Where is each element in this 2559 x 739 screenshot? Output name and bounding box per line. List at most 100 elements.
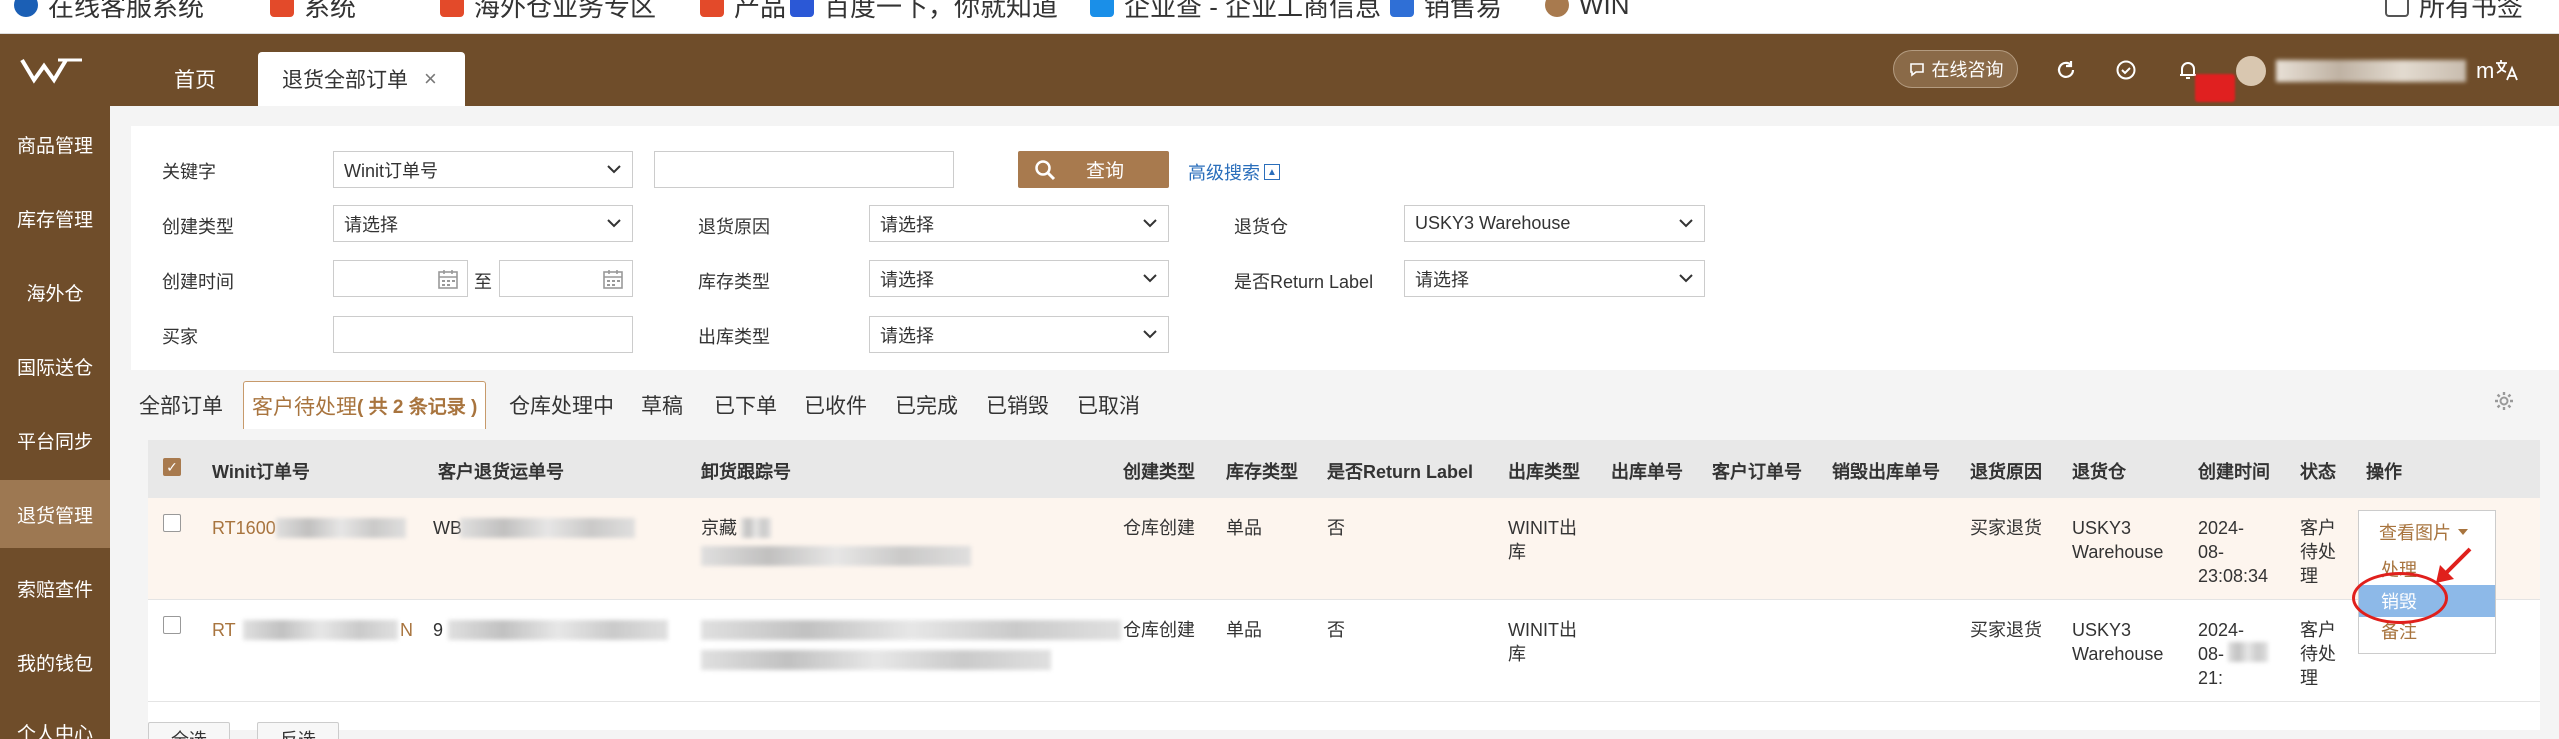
- return-reason-label: 退货原因: [698, 217, 770, 237]
- col-return-reason: 退货原因: [1970, 462, 2042, 482]
- sidebar-item-international[interactable]: 国际送仓: [0, 338, 110, 394]
- tab-return-orders[interactable]: 退货全部订单 ×: [258, 52, 465, 106]
- bookmark-icon: [270, 0, 294, 17]
- select-all-button[interactable]: 全选: [148, 722, 230, 739]
- collapse-icon: ▲: [1264, 164, 1280, 180]
- sidebar-item-platform-sync[interactable]: 平台同步: [0, 412, 110, 468]
- return-warehouse-select[interactable]: USKY3 Warehouse: [1404, 205, 1705, 242]
- user-menu[interactable]: m: [2236, 54, 2494, 88]
- bookmark-item[interactable]: 海外仓业务专区: [440, 0, 656, 22]
- tab-destroyed[interactable]: 已销毁: [986, 381, 1049, 429]
- create-type-label: 创建类型: [162, 217, 234, 237]
- tab-received[interactable]: 已收件: [804, 381, 867, 429]
- tab-draft[interactable]: 草稿: [641, 381, 683, 429]
- invert-selection-button[interactable]: 反选: [257, 722, 339, 739]
- winit-order-suffix: N: [400, 620, 413, 640]
- tab-customer-pending[interactable]: 客户待处理 ( 共 2 条记录 ): [243, 381, 487, 429]
- create-time-end[interactable]: [499, 260, 633, 297]
- create-time: 2024- 08- 23:08:34: [2198, 518, 2269, 586]
- table-header: ✓ Winit订单号 客户退货运单号 卸货跟踪号 创建类型 库存类型 是否Ret…: [148, 440, 2540, 498]
- return-label-select[interactable]: 请选择: [1404, 260, 1705, 297]
- tab-home[interactable]: 首页: [140, 52, 250, 106]
- chevron-down-icon: [1679, 219, 1693, 228]
- col-actions: 操作: [2366, 462, 2402, 482]
- tab-cancelled[interactable]: 已取消: [1077, 381, 1140, 429]
- tab-all-orders[interactable]: 全部订单: [139, 381, 223, 429]
- tab-completed[interactable]: 已完成: [895, 381, 958, 429]
- outbound-type-label: 出库类型: [698, 327, 770, 347]
- select-all-checkbox[interactable]: ✓: [163, 458, 181, 476]
- view-images-button[interactable]: 查看图片: [2379, 519, 2469, 545]
- masked-text: [460, 518, 635, 538]
- sidebar-item-wallet[interactable]: 我的钱包: [0, 634, 110, 690]
- tab-ordered[interactable]: 已下单: [714, 381, 777, 429]
- notification-badge: [2195, 74, 2235, 102]
- bookmark-item[interactable]: 系统: [270, 0, 356, 22]
- unload-tracking: 京藏: [701, 518, 737, 538]
- close-icon[interactable]: ×: [424, 66, 437, 92]
- return-warehouse: USKY3 Warehouse: [2072, 518, 2164, 562]
- return-reason-select[interactable]: 请选择: [869, 205, 1169, 242]
- bookmark-item[interactable]: 企业查 - 企业工商信息: [1090, 0, 1381, 22]
- advanced-search-link[interactable]: 高级搜索 ▲: [1188, 159, 1280, 185]
- bookmark-item[interactable]: 在线客服系统: [14, 0, 204, 22]
- date-range-to-label: 至: [474, 272, 492, 292]
- sidebar-item-returns[interactable]: 退货管理: [0, 480, 110, 548]
- col-outbound-no: 出库单号: [1611, 462, 1683, 482]
- winit-order-link[interactable]: RT: [212, 618, 236, 642]
- sidebar-item-profile[interactable]: 个人中心: [0, 704, 110, 739]
- col-create-type: 创建类型: [1123, 462, 1195, 482]
- keyword-input[interactable]: [654, 151, 954, 188]
- keyword-type-select[interactable]: Winit订单号: [333, 151, 633, 188]
- annotation-arrow-icon: [2436, 547, 2472, 583]
- bookmark-item[interactable]: 百度一下，你就知道: [790, 0, 1058, 22]
- folder-icon: [2385, 0, 2409, 17]
- bookmark-item[interactable]: WIN: [1545, 0, 1630, 20]
- masked-text: [276, 518, 406, 538]
- winit-order-link[interactable]: RT1600: [212, 516, 276, 540]
- chevron-down-icon: [607, 165, 621, 174]
- buyer-input[interactable]: [333, 316, 633, 353]
- search-button[interactable]: 查询: [1018, 151, 1169, 188]
- calendar-icon[interactable]: [602, 268, 624, 290]
- row-checkbox[interactable]: [163, 514, 181, 532]
- gear-icon[interactable]: [2493, 390, 2517, 414]
- bookmark-item[interactable]: 销售易: [1390, 0, 1502, 22]
- sidebar-item-inventory[interactable]: 库存管理: [0, 190, 110, 246]
- caret-down-icon: [2458, 529, 2468, 535]
- refresh-icon[interactable]: [2050, 54, 2082, 86]
- bookmark-item[interactable]: 产品: [700, 0, 786, 22]
- bookmark-icon: [700, 0, 724, 17]
- shield-check-icon[interactable]: [2110, 54, 2142, 86]
- stock-type-select[interactable]: 请选择: [869, 260, 1169, 297]
- col-customer-order: 客户订单号: [1712, 462, 1802, 482]
- outbound-type-select[interactable]: 请选择: [869, 316, 1169, 353]
- col-stock-type: 库存类型: [1226, 462, 1298, 482]
- sidebar-item-overseas-warehouse[interactable]: 海外仓: [0, 264, 110, 320]
- col-unload-tracking: 卸货跟踪号: [701, 462, 791, 482]
- status-text: 客户 待处理: [2300, 620, 2336, 688]
- bookmark-item[interactable]: 所有书签: [2385, 0, 2523, 22]
- col-winit-order: Winit订单号: [212, 462, 310, 482]
- search-icon: [1035, 159, 1056, 180]
- translate-icon[interactable]: [2490, 54, 2522, 86]
- col-return-warehouse: 退货仓: [2072, 462, 2126, 482]
- return-warehouse-label: 退货仓: [1234, 217, 1288, 237]
- row-checkbox[interactable]: [163, 616, 181, 634]
- orders-table: ✓ Winit订单号 客户退货运单号 卸货跟踪号 创建类型 库存类型 是否Ret…: [148, 440, 2540, 730]
- col-outbound-type: 出库类型: [1508, 462, 1580, 482]
- sidebar-item-products[interactable]: 商品管理: [0, 116, 110, 172]
- create-type: 仓库创建: [1123, 620, 1195, 640]
- create-type-select[interactable]: 请选择: [333, 205, 633, 242]
- chevron-down-icon: [1143, 274, 1157, 283]
- calendar-icon[interactable]: [437, 268, 459, 290]
- tab-label: 退货全部订单: [282, 69, 408, 92]
- masked-text: [701, 650, 1051, 670]
- create-time-start[interactable]: [333, 260, 468, 297]
- chevron-down-icon: [1143, 219, 1157, 228]
- sidebar-item-claims[interactable]: 索赔查件: [0, 560, 110, 616]
- customer-tracking: 9: [433, 620, 444, 640]
- tab-warehouse-processing[interactable]: 仓库处理中: [509, 381, 614, 429]
- masked-text: [448, 620, 668, 640]
- online-consult-button[interactable]: 在线咨询: [1893, 50, 2018, 88]
